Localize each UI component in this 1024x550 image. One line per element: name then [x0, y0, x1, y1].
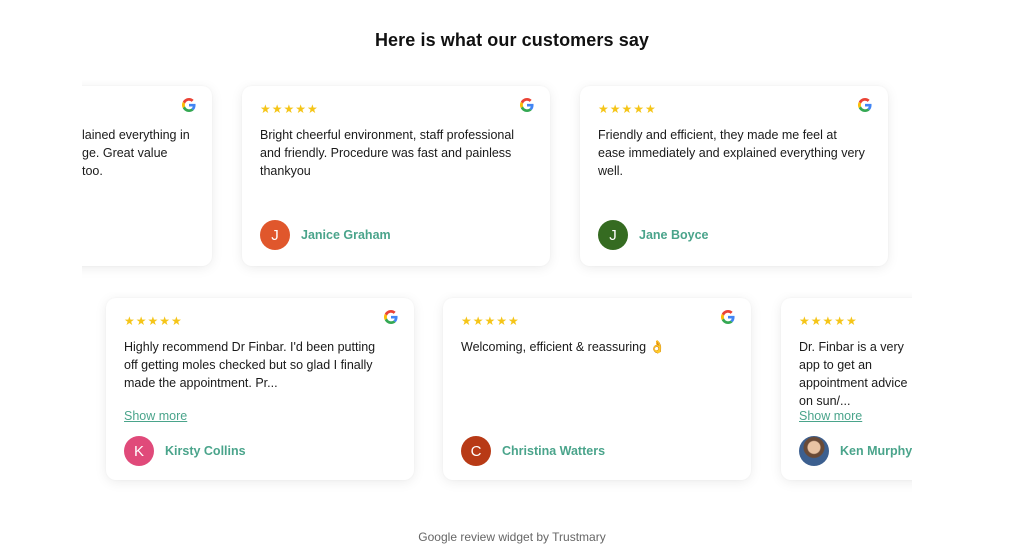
review-card: ★★★★★ Welcoming, efficient & reassuring … [443, 298, 751, 480]
author-name: Christina Watters [502, 444, 606, 458]
review-carousel-row-2[interactable]: ★★★★★ Highly recommend Dr Finbar. I'd be… [82, 292, 912, 498]
review-text: Bright cheerful environment, staff profe… [260, 128, 515, 178]
widget-attribution[interactable]: Google review widget by Trustmary [0, 530, 1024, 544]
google-icon [384, 310, 398, 324]
avatar-photo [799, 436, 829, 466]
avatar: J [598, 220, 628, 250]
review-carousel-row-1[interactable]: lained everything in ge. Great value too… [82, 80, 912, 280]
review-author: J Janice Graham [260, 220, 391, 250]
review-text: Highly recommend Dr Finbar. I'd been put… [124, 340, 376, 390]
google-icon [858, 98, 872, 112]
google-icon [520, 98, 534, 112]
review-text: Dr. Finbar is a very app to get an appoi… [799, 340, 908, 408]
star-rating: ★★★★★ [598, 102, 657, 116]
review-text: Friendly and efficient, they made me fee… [598, 128, 865, 178]
review-card: ★★★★★ Bright cheerful environment, staff… [242, 86, 550, 266]
author-name: Janice Graham [301, 228, 391, 242]
review-author: K Kirsty Collins [124, 436, 246, 466]
star-rating: ★★★★★ [124, 314, 183, 328]
star-rating: ★★★★★ [461, 314, 520, 328]
show-more-link[interactable]: Show more [799, 409, 862, 423]
review-card: ★★★★★ Friendly and efficient, they made … [580, 86, 888, 266]
author-name: Jane Boyce [639, 228, 709, 242]
avatar: J [260, 220, 290, 250]
author-name: Kirsty Collins [165, 444, 246, 458]
star-rating: ★★★★★ [260, 102, 319, 116]
page-title: Here is what our customers say [374, 30, 650, 50]
review-text: Welcoming, efficient & reassuring 👌 [461, 340, 666, 354]
author-name: Ken Murphy [840, 444, 912, 458]
review-author: Ken Murphy [799, 436, 912, 466]
review-author: J Jane Boyce [598, 220, 708, 250]
google-icon [182, 98, 196, 112]
review-author: C Christina Watters [461, 436, 605, 466]
review-card: ★★★★★ Dr. Finbar is a very app to get an… [781, 298, 912, 480]
review-card: lained everything in ge. Great value too… [82, 86, 212, 266]
star-rating: ★★★★★ [799, 314, 858, 328]
avatar: C [461, 436, 491, 466]
show-more-link[interactable]: Show more [124, 409, 187, 423]
review-text: lained everything in ge. Great value too… [82, 128, 190, 178]
avatar: K [124, 436, 154, 466]
review-card: ★★★★★ Highly recommend Dr Finbar. I'd be… [106, 298, 414, 480]
google-icon [721, 310, 735, 324]
